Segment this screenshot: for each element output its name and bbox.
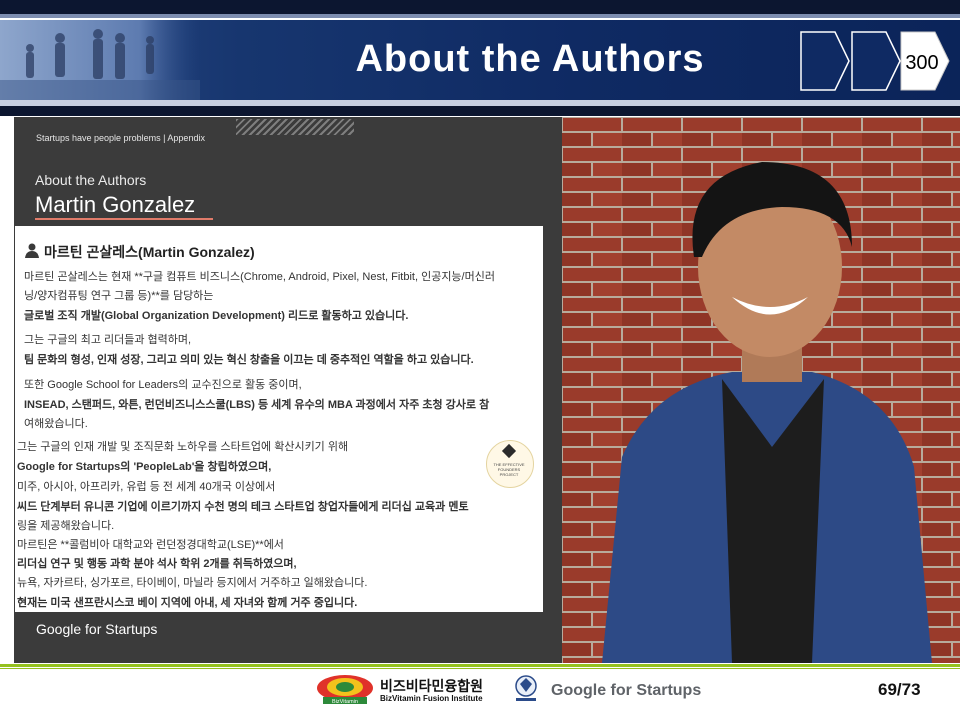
breadcrumb: Startups have people problems | Appendix bbox=[36, 133, 205, 143]
org-name-korean: 비즈비타민융합원 bbox=[380, 678, 484, 694]
chevron-icon bbox=[800, 31, 850, 91]
bio-line: INSEAD, 스탠퍼드, 와튼, 런던비즈니스스쿨(LBS) 등 세계 유수의… bbox=[24, 399, 490, 411]
bizvitamin-logo-text: BizVitamin bbox=[332, 699, 358, 705]
bio-line: 여해왔습니다. bbox=[24, 418, 88, 430]
top-dark-strip bbox=[0, 0, 960, 14]
header-divider-top bbox=[0, 14, 960, 18]
bio-line: 닝/양자컴퓨팅 연구 그룹 등)**를 담당하는 bbox=[24, 290, 214, 302]
bio-line: 마르틴 곤살레스는 현재 **구글 컴퓨트 비즈니스(Chrome, Andro… bbox=[24, 271, 495, 283]
bio-line: 그는 구글의 인재 개발 및 조직문화 노하우를 스타트업에 확산시키기 위해 bbox=[17, 441, 349, 453]
header-divider-dark bbox=[0, 106, 960, 116]
emblem-icon bbox=[515, 675, 537, 701]
bio-line: 또한 Google School for Leaders의 교수진으로 활동 중… bbox=[24, 379, 302, 391]
footer-divider bbox=[0, 664, 960, 667]
bio-line: 팀 문화의 형성, 인재 성장, 그리고 의미 있는 혁신 창출을 이끄는 데 … bbox=[24, 354, 474, 366]
hatch-decoration bbox=[236, 119, 354, 135]
bio-line: 미주, 아시아, 아프리카, 유럽 등 전 세계 40개국 이상에서 bbox=[17, 481, 276, 493]
bio-line: 링을 제공해왔습니다. bbox=[17, 520, 115, 532]
bizvitamin-logo: BizVitamin bbox=[317, 675, 373, 705]
person-icon bbox=[25, 243, 39, 258]
author-photo bbox=[562, 117, 960, 663]
bio-line: 현재는 미국 샌프란시스코 베이 지역에 아내, 세 자녀와 함께 거주 중입니… bbox=[17, 597, 358, 609]
founders-project-caption: THE EFFECTIVE FOUNDERS PROJECT bbox=[493, 462, 525, 477]
bio-line: 뉴욕, 자카르타, 싱가포르, 타이베이, 마닐라 등지에서 거주하고 일해왔습… bbox=[17, 577, 368, 589]
bio-line: Google for Startups의 'PeopleLab'을 창립하였으며… bbox=[17, 461, 272, 473]
author-name-heading: Martin Gonzalez bbox=[35, 192, 196, 217]
org-name-english: BizVitamin Fusion Institute bbox=[380, 694, 483, 703]
bio-line: 리더십 연구 및 행동 과학 분야 석사 학위 2개를 취득하였으며, bbox=[17, 558, 297, 570]
section-label: About the Authors bbox=[35, 172, 147, 188]
heading-underline bbox=[35, 218, 213, 220]
partner-brand-text: Google for Startups bbox=[551, 682, 702, 699]
business-people-image bbox=[0, 20, 200, 100]
page-number: 69/73 bbox=[878, 680, 921, 699]
slide-number-label: 300 bbox=[905, 52, 939, 74]
bio-line: 마르틴은 **콜럼비아 대학교와 런던정경대학교(LSE)**에서 bbox=[17, 539, 284, 551]
footer-divider-thin bbox=[0, 668, 960, 669]
bio-title: 마르틴 곤살레스(Martin Gonzalez) bbox=[44, 244, 255, 260]
bio-line: 그는 구글의 최고 리더들과 협력하며, bbox=[24, 334, 192, 346]
chevron-icon bbox=[851, 31, 901, 91]
bio-line: 글로벌 조직 개발(Global Organization Developmen… bbox=[24, 310, 409, 322]
slide-brand: Google for Startups bbox=[36, 621, 158, 637]
bio-line: 씨드 단계부터 유니콘 기업에 이르기까지 수천 명의 테크 스타트업 창업자들… bbox=[17, 501, 469, 513]
partner-brand: Google for Startups bbox=[551, 682, 701, 700]
page-title: About the Authors bbox=[355, 38, 705, 80]
